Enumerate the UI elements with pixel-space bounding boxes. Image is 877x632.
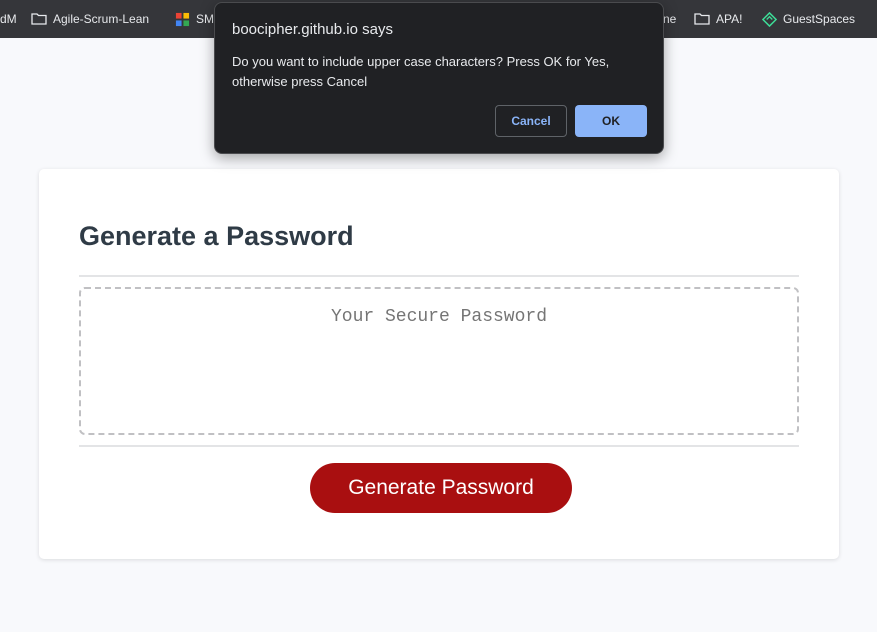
bookmark-label: GuestSpaces — [783, 12, 856, 26]
bookmark-label: APA! — [716, 12, 743, 26]
alert-dialog: boocipher.github.io says Do you want to … — [214, 2, 664, 154]
guestspaces-icon — [762, 11, 777, 27]
dialog-title: boocipher.github.io says — [232, 21, 393, 38]
bookmark-ne[interactable]: ne — [663, 0, 676, 38]
folder-icon — [31, 13, 47, 25]
bookmark-label: dM — [0, 12, 17, 26]
generate-password-button[interactable]: Generate Password — [310, 463, 572, 513]
bookmark-label: ne — [663, 12, 677, 26]
app-icon — [175, 12, 190, 26]
folder-icon — [694, 13, 710, 25]
password-card: Generate a Password Generate Password — [39, 169, 839, 559]
bookmark-agile-scrum-lean[interactable]: Agile-Scrum-Lean — [31, 0, 149, 38]
password-output[interactable] — [79, 287, 799, 435]
cancel-button[interactable]: Cancel — [495, 105, 567, 137]
dialog-message: Do you want to include upper case charac… — [232, 54, 610, 89]
bookmark-label: SM — [196, 12, 214, 26]
bookmark-apa[interactable]: APA! — [694, 0, 742, 38]
bookmark-guestspaces[interactable]: GuestSpaces — [762, 0, 855, 38]
ok-button[interactable]: OK — [575, 105, 647, 137]
bookmark-label: Agile-Scrum-Lean — [53, 12, 150, 26]
page-title: Generate a Password — [79, 221, 354, 251]
bookmark-dm[interactable]: dM — [0, 0, 17, 38]
bookmark-sm[interactable]: SM — [175, 0, 214, 38]
divider-top — [79, 275, 799, 277]
divider-bottom — [79, 445, 799, 447]
